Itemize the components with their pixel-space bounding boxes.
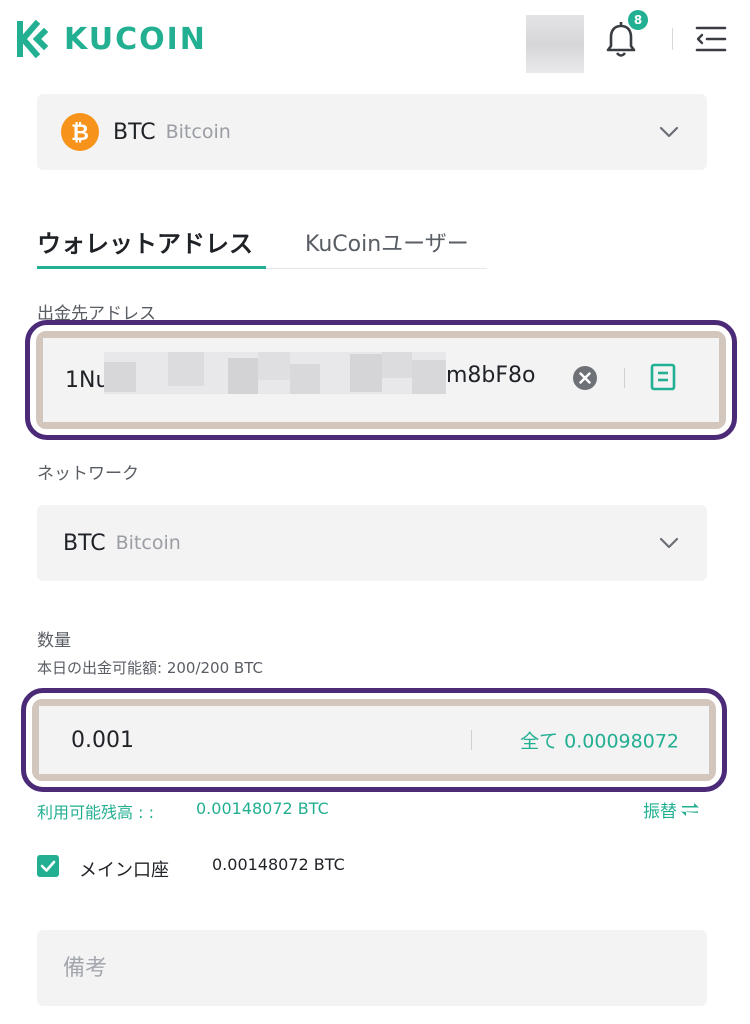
menu-collapse-icon[interactable]: [694, 24, 728, 54]
main-account-value: 0.00148072 BTC: [212, 855, 345, 874]
network-symbol: BTC: [63, 530, 106, 556]
amount-value: 0.001: [71, 727, 134, 753]
coin-name: Bitcoin: [165, 121, 231, 143]
svg-text:₿: ₿: [71, 121, 89, 146]
address-book-icon[interactable]: [650, 363, 676, 391]
available-balance-label: 利用可能残高 : :: [37, 803, 154, 822]
chevron-down-icon: [659, 537, 679, 549]
amount-input[interactable]: 0.001 全て 0.00098072: [39, 706, 709, 774]
transfer-label: 振替: [643, 802, 677, 822]
available-balance-value: 0.00148072 BTC: [196, 799, 329, 818]
main-account-label: メイン口座: [79, 860, 169, 881]
tab-divider: [266, 268, 487, 269]
address-divider: [624, 368, 625, 388]
amount-highlight: 0.001 全て 0.00098072: [21, 688, 727, 792]
kucoin-logo[interactable]: KUCOIN: [10, 14, 207, 64]
network-select[interactable]: BTC Bitcoin: [37, 505, 707, 581]
main-account-checkbox[interactable]: [37, 855, 59, 877]
amount-divider: [471, 730, 472, 750]
network-name: Bitcoin: [115, 532, 181, 554]
tab-wallet-address[interactable]: ウォレットアドレス: [37, 224, 253, 259]
tab-active-indicator: [37, 266, 266, 269]
coin-select[interactable]: ₿ BTC Bitcoin: [37, 94, 707, 170]
logo-text: KUCOIN: [64, 21, 207, 57]
chevron-down-icon: [659, 126, 679, 138]
kucoin-logo-icon: [17, 19, 49, 59]
address-value-start: 1Nu: [65, 367, 110, 393]
address-redacted: [104, 352, 446, 394]
avatar[interactable]: [526, 15, 584, 73]
network-label: ネットワーク: [37, 464, 139, 484]
header-divider: [672, 28, 673, 50]
tab-kucoin-user[interactable]: KuCoinユーザー: [305, 226, 469, 258]
amount-label: 数量: [37, 631, 71, 651]
address-value-end: m8bF8o: [446, 363, 536, 388]
max-amount-button[interactable]: 全て 0.00098072: [520, 727, 679, 754]
bitcoin-icon: ₿: [61, 113, 99, 151]
clear-icon[interactable]: [572, 365, 598, 391]
notification-badge: 8: [628, 10, 648, 30]
daily-limit-text: 本日の出金可能額: 200/200 BTC: [37, 659, 263, 677]
swap-icon: [681, 802, 699, 816]
transfer-button[interactable]: 振替: [643, 797, 700, 822]
memo-input[interactable]: [37, 930, 707, 1006]
checkmark-icon: [40, 860, 56, 872]
coin-symbol: BTC: [113, 119, 156, 145]
